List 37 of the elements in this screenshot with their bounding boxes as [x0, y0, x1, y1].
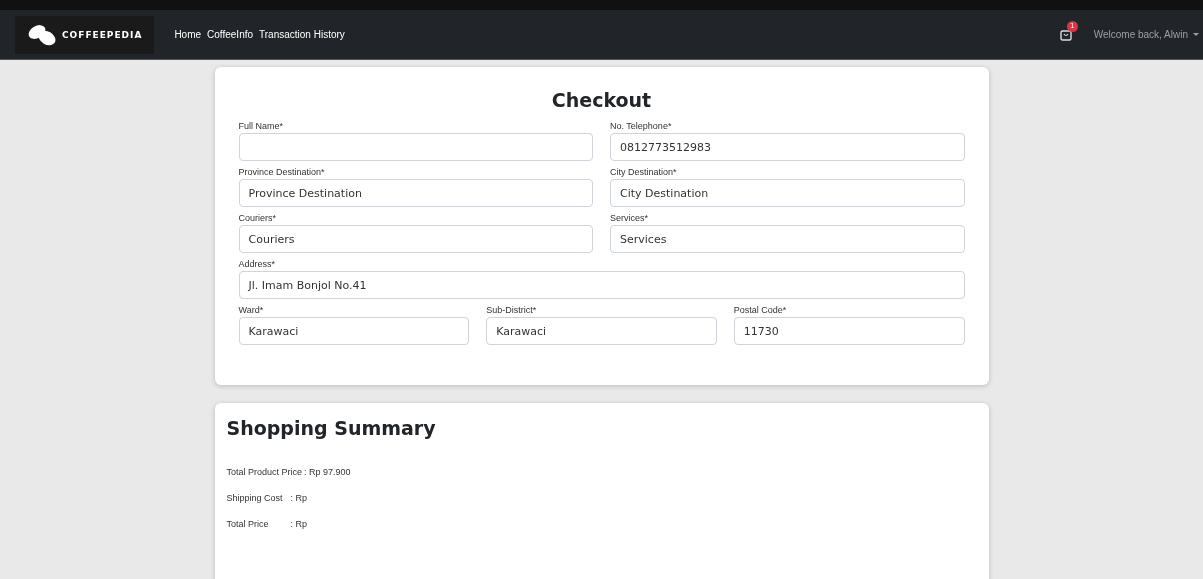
input-field[interactable]: 11730 [733, 317, 965, 345]
field-label: Sub-District* [486, 305, 538, 315]
input-field[interactable]: Services [610, 225, 965, 253]
summary-label: Total Product Price [226, 467, 303, 477]
checkout-title: Checkout [550, 89, 653, 111]
summary-label: Shipping Cost [226, 493, 284, 503]
input-field[interactable]: City Destination [610, 179, 965, 207]
field-label: Ward* [238, 305, 265, 315]
field-label: Address* [238, 259, 277, 269]
summary-title: Shopping Summary [226, 417, 437, 439]
summary-label: Total Price [226, 519, 270, 529]
input-field[interactable]: Karawaci [238, 317, 470, 345]
field-label: No. Telephone* [610, 121, 673, 131]
field-label: Couriers* [238, 213, 277, 223]
coffee-beans-icon [27, 23, 57, 46]
field-label: Full Name* [238, 121, 284, 131]
input-field[interactable]: 0812773512983 [610, 133, 965, 161]
brand-name: COFFEEPEDIA [62, 29, 143, 40]
input-field[interactable]: Jl. Imam Bonjol No.41 [238, 271, 965, 299]
summary-value: : Rp 97.900 [304, 467, 351, 477]
summary-value: : Rp [290, 493, 307, 503]
field-label: Postal Code* [733, 305, 788, 315]
brand-logo[interactable]: COFFEEPEDIA [15, 15, 155, 54]
nav-link[interactable]: Home [174, 29, 202, 40]
user-menu[interactable]: Welcome back, Alwin [1093, 29, 1203, 40]
input-field[interactable]: Province Destination [238, 179, 593, 207]
nav-link[interactable]: CoffeeInfo [207, 29, 254, 40]
field-label: Services* [610, 213, 649, 223]
input-field[interactable] [238, 133, 593, 161]
nav-link[interactable]: Transaction History [259, 29, 345, 40]
summary-value: : Rp [290, 519, 307, 529]
caret-icon [1193, 33, 1199, 36]
input-field[interactable]: Couriers [238, 225, 593, 253]
field-label: Province Destination* [238, 167, 326, 177]
shopping-bag-icon[interactable] [1059, 28, 1072, 41]
input-field[interactable]: Karawaci [486, 317, 717, 345]
field-label: City Destination* [610, 167, 678, 177]
